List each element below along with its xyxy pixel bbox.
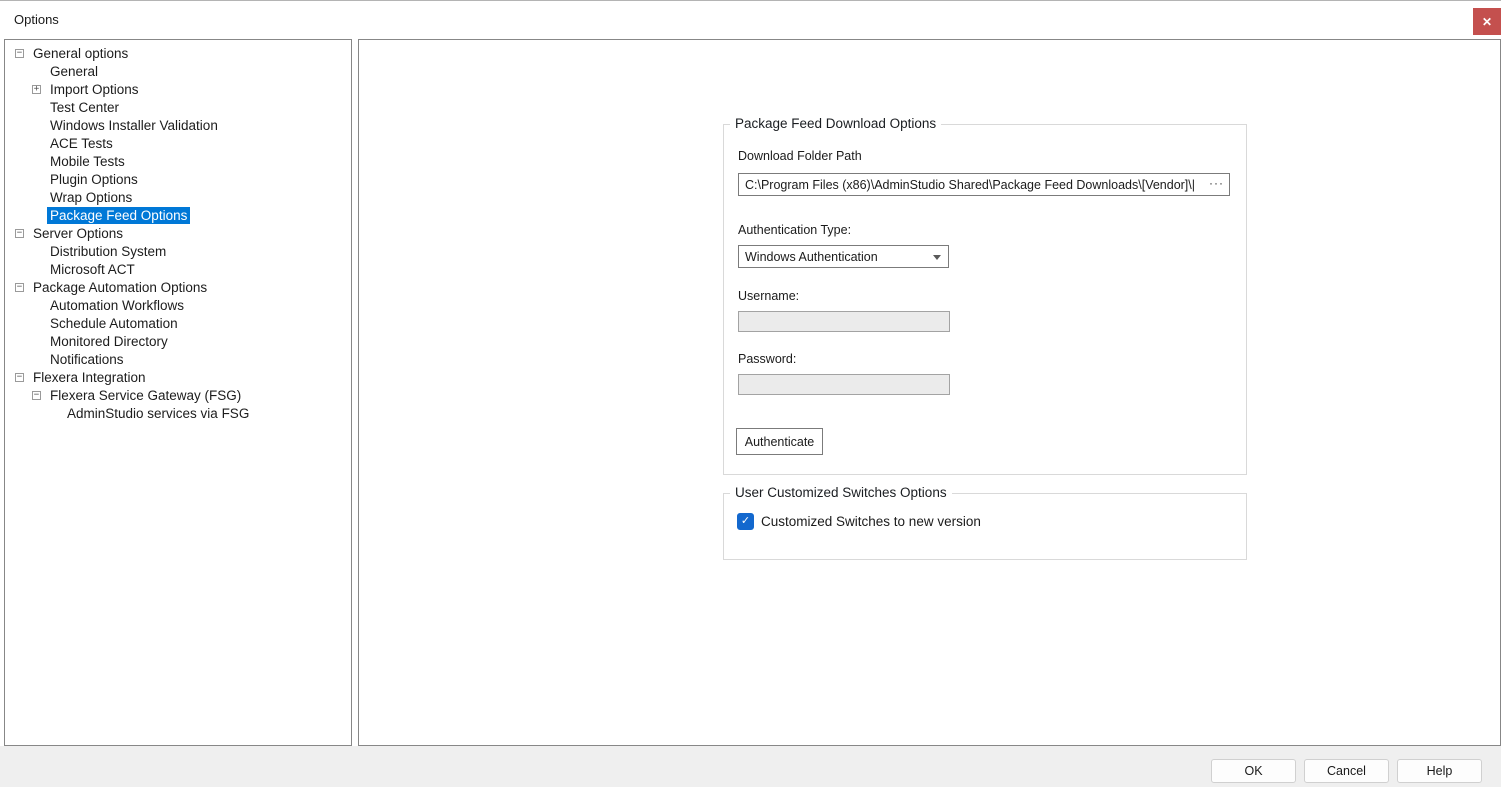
tree-item[interactable]: Package Feed Options (5, 206, 351, 224)
tree-item[interactable]: Microsoft ACT (5, 260, 351, 278)
username-field (738, 311, 950, 332)
tree-item[interactable]: −Flexera Integration (5, 368, 351, 386)
tree-item[interactable]: Monitored Directory (5, 332, 351, 350)
tree-item-label: Mobile Tests (47, 153, 128, 170)
expand-expander-icon[interactable]: + (32, 85, 41, 94)
collapse-expander-icon[interactable]: − (32, 391, 41, 400)
expander-spacer (49, 409, 58, 418)
expander-spacer (32, 175, 41, 184)
tree-item-label: Server Options (30, 225, 126, 242)
password-field (738, 374, 950, 395)
expander-spacer (32, 157, 41, 166)
expander-spacer (32, 103, 41, 112)
customized-switches-label: Customized Switches to new version (761, 514, 981, 529)
tree-item[interactable]: Distribution System (5, 242, 351, 260)
close-button[interactable]: ✕ (1473, 8, 1501, 35)
checkmark-icon: ✓ (741, 516, 750, 527)
download-folder-path-field[interactable]: ··· (738, 173, 1230, 196)
tree-item[interactable]: Schedule Automation (5, 314, 351, 332)
expander-spacer (32, 193, 41, 202)
tree-item-label: Import Options (47, 81, 142, 98)
tree-item-label: Flexera Integration (30, 369, 149, 386)
group-title: User Customized Switches Options (730, 485, 952, 500)
expander-spacer (32, 121, 41, 130)
chevron-down-icon (933, 255, 941, 260)
tree-item[interactable]: + Import Options (5, 80, 351, 98)
tree-item[interactable]: −Flexera Service Gateway (FSG) (5, 386, 351, 404)
expander-spacer (32, 67, 41, 76)
authenticate-button[interactable]: Authenticate (736, 428, 823, 455)
tree-item[interactable]: AdminStudio services via FSG (5, 404, 351, 422)
customized-switches-checkbox[interactable]: ✓ (737, 513, 754, 530)
tree-item[interactable]: −Server Options (5, 224, 351, 242)
tree-item[interactable]: Wrap Options (5, 188, 351, 206)
tree-item-label: Monitored Directory (47, 333, 171, 350)
cancel-button[interactable]: Cancel (1304, 759, 1389, 783)
authentication-type-value: Windows Authentication (745, 250, 878, 264)
expander-spacer (32, 265, 41, 274)
tree-item-label: General options (30, 45, 131, 62)
tree-item[interactable]: Plugin Options (5, 170, 351, 188)
tree-item-label: ACE Tests (47, 135, 116, 152)
tree-item-label: Microsoft ACT (47, 261, 138, 278)
tree-item-label: General (47, 63, 101, 80)
tree-item[interactable]: Notifications (5, 350, 351, 368)
authentication-type-label: Authentication Type: (738, 223, 851, 237)
ok-button[interactable]: OK (1211, 759, 1296, 783)
customized-switches-row: ✓ Customized Switches to new version (737, 513, 981, 530)
help-button[interactable]: Help (1397, 759, 1482, 783)
username-label: Username: (738, 289, 799, 303)
options-dialog: Options ✕ −General optionsGeneral+Import… (0, 0, 1501, 787)
password-label: Password: (738, 352, 796, 366)
options-tree[interactable]: −General optionsGeneral+Import OptionsTe… (4, 39, 352, 746)
group-title: Package Feed Download Options (730, 116, 941, 131)
collapse-expander-icon[interactable]: − (15, 229, 24, 238)
expander-spacer (32, 301, 41, 310)
download-folder-path-label: Download Folder Path (738, 149, 862, 163)
package-feed-download-options-group: Package Feed Download Options Download F… (723, 124, 1247, 475)
expander-spacer (32, 139, 41, 148)
window-title: Options (14, 12, 59, 27)
tree-item-label: Schedule Automation (47, 315, 181, 332)
expander-spacer (32, 211, 41, 220)
tree-item-label: Windows Installer Validation (47, 117, 221, 134)
settings-panel: Package Feed Download Options Download F… (358, 39, 1501, 746)
tree-item-label: Test Center (47, 99, 122, 116)
tree-item[interactable]: −Package Automation Options (5, 278, 351, 296)
collapse-expander-icon[interactable]: − (15, 283, 24, 292)
tree-item-label: Package Automation Options (30, 279, 210, 296)
tree-item[interactable]: ACE Tests (5, 134, 351, 152)
expander-spacer (32, 355, 41, 364)
tree-item[interactable]: −General options (5, 44, 351, 62)
titlebar: Options ✕ (0, 1, 1501, 39)
collapse-expander-icon[interactable]: − (15, 373, 24, 382)
expander-spacer (32, 319, 41, 328)
tree-item-label: Notifications (47, 351, 127, 368)
tree-item[interactable]: Test Center (5, 98, 351, 116)
download-folder-path-input[interactable] (739, 174, 1209, 195)
tree-item-label: Flexera Service Gateway (FSG) (47, 387, 244, 404)
tree-item-label: Package Feed Options (47, 207, 190, 224)
tree-item-label: Plugin Options (47, 171, 141, 188)
tree-item-label: Automation Workflows (47, 297, 187, 314)
authentication-type-dropdown[interactable]: Windows Authentication (738, 245, 949, 268)
browse-ellipsis-icon[interactable]: ··· (1209, 176, 1229, 193)
user-customized-switches-options-group: User Customized Switches Options ✓ Custo… (723, 493, 1247, 560)
tree-item-label: Distribution System (47, 243, 169, 260)
tree-item[interactable]: Mobile Tests (5, 152, 351, 170)
dialog-footer: OK Cancel Help (0, 746, 1501, 787)
collapse-expander-icon[interactable]: − (15, 49, 24, 58)
expander-spacer (32, 247, 41, 256)
tree-item-label: Wrap Options (47, 189, 135, 206)
expander-spacer (32, 337, 41, 346)
tree-item-label: AdminStudio services via FSG (64, 405, 252, 422)
tree-item[interactable]: Automation Workflows (5, 296, 351, 314)
tree-item[interactable]: General (5, 62, 351, 80)
close-icon: ✕ (1482, 16, 1492, 28)
tree-item[interactable]: Windows Installer Validation (5, 116, 351, 134)
